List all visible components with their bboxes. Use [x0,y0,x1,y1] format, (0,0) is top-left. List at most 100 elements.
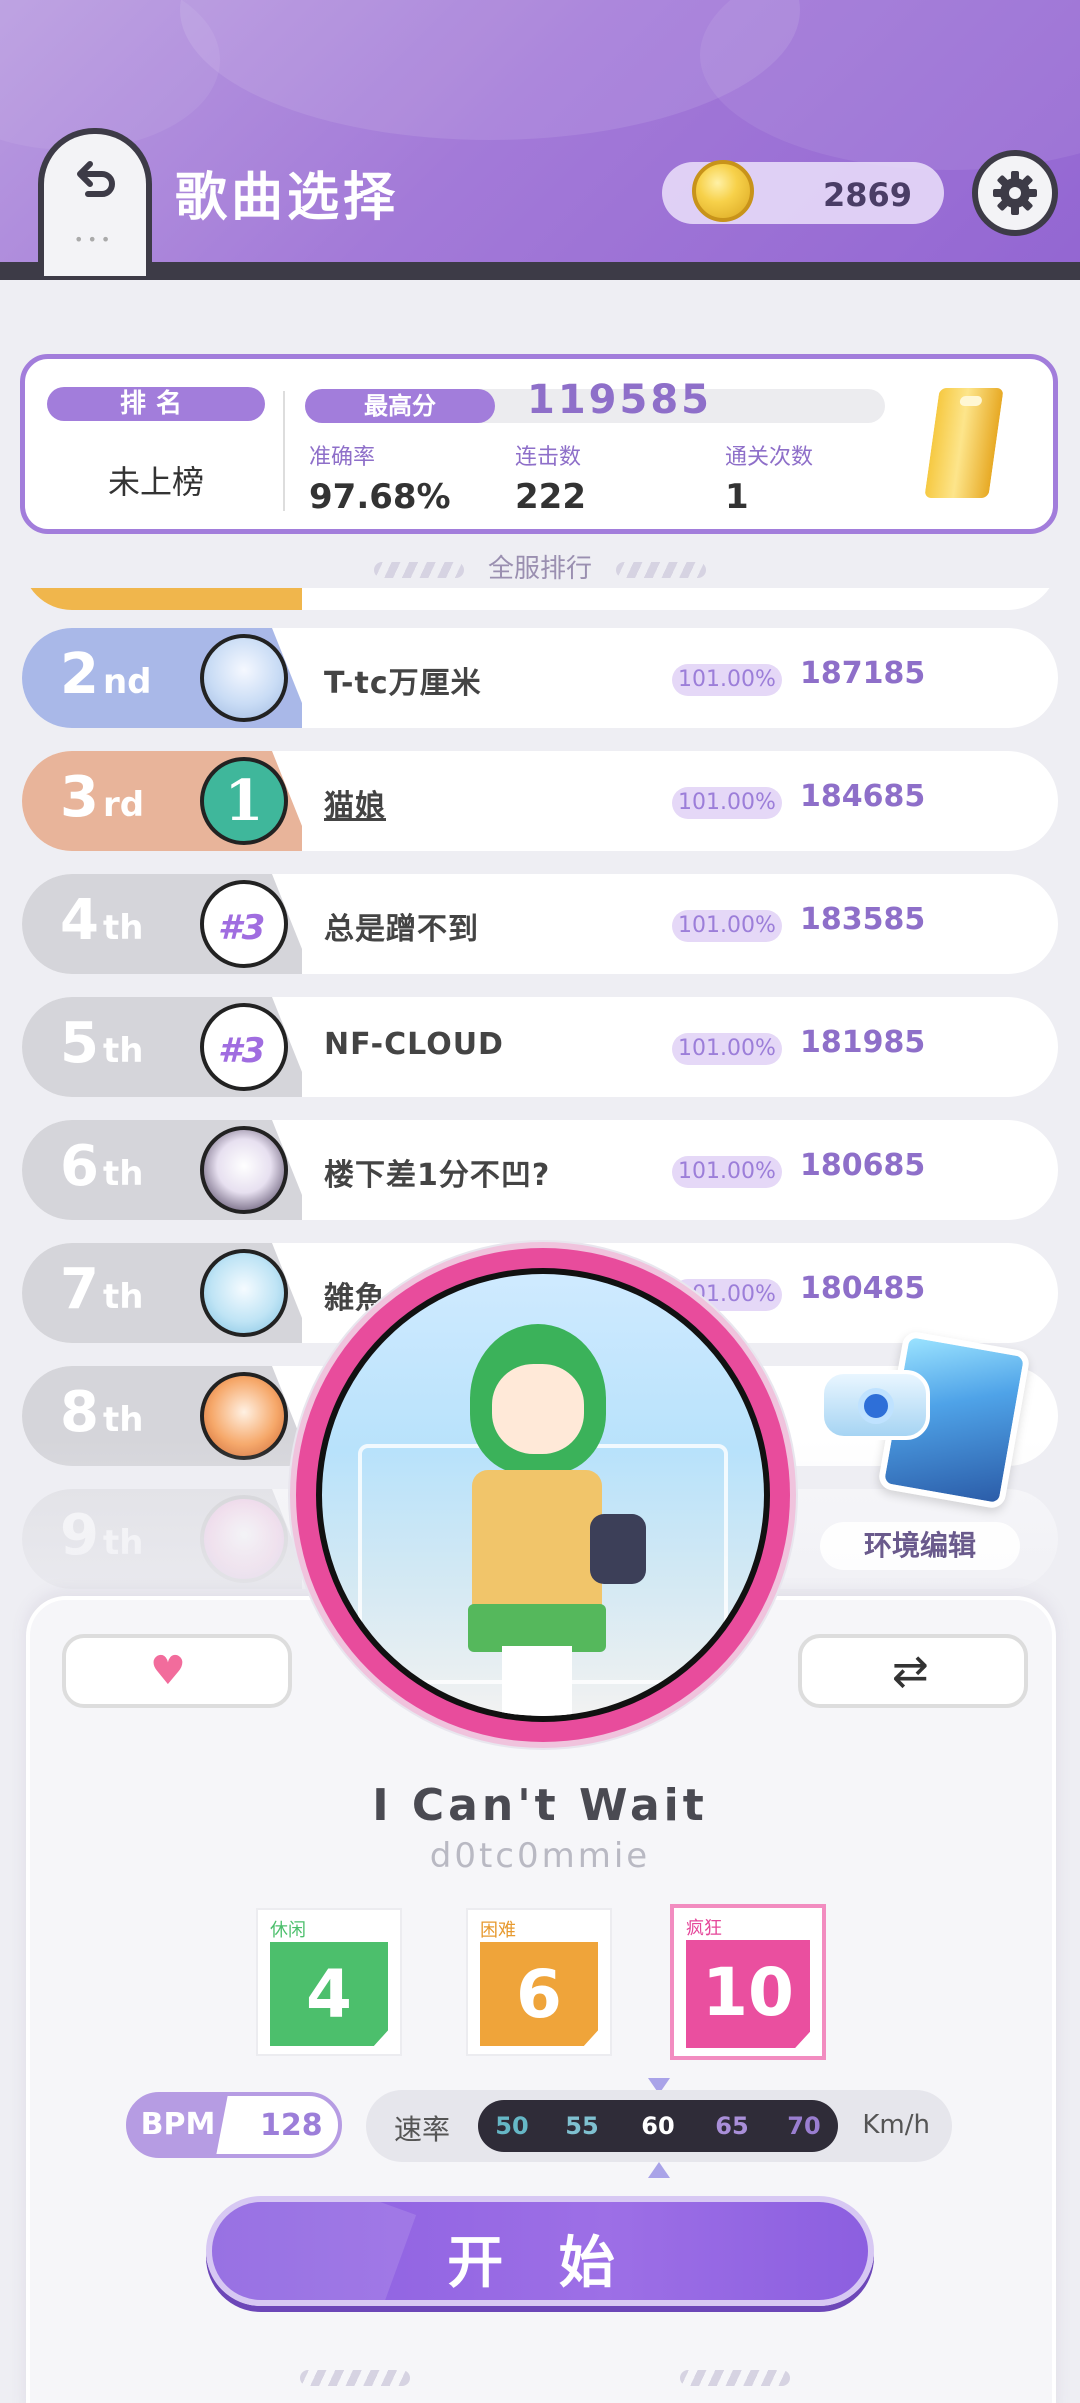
trophy-card-icon [920,385,1008,501]
coin-value: 2869 [822,176,912,214]
difficulty-level: 4 [306,1956,352,2033]
stripes-decoration [680,2370,790,2386]
back-arrow-icon [77,161,115,197]
top-header: ••• 歌曲选择 2869 [0,0,1080,280]
song-cover[interactable] [316,1268,770,1722]
speed-unit: Km/h [862,2110,930,2140]
header-decoration [0,0,220,150]
difficulty-label: 疯狂 [686,1918,722,1939]
leaderboard-row[interactable]: 5th #3 NF-CLOUD 101.00% 181985 [22,997,1058,1097]
gear-icon [993,171,1037,215]
bpm-value: 128 [260,2108,323,2143]
difficulty-label: 休闲 [270,1920,306,1941]
player-avatar [200,634,288,722]
combo-stat: 连击数 222 [515,439,586,517]
back-dots-decoration: ••• [74,230,115,249]
divider [283,391,285,511]
speed-selector[interactable]: 速率 50 55 60 65 70 Km/h [366,2090,952,2162]
shuffle-icon: ⇄ [892,1646,929,1697]
cover-art-image [322,1274,764,1716]
leaderboard-row[interactable]: 4th #3 总是蹭不到 101.00% 183585 [22,874,1058,974]
leaderboard-row[interactable] [22,588,1058,610]
combo-label: 连击数 [515,445,582,470]
song-artist: d0tc0mmie [429,1836,651,1876]
clears-value: 1 [725,477,749,517]
rank-number: 5 [60,1011,99,1076]
player-name: T-tc万厘米 [324,666,482,701]
player-name: 总是蹭不到 [324,912,479,947]
rank-suffix: th [102,1031,144,1071]
player-score: 183585 [800,902,926,937]
difficulty-level: 10 [702,1954,794,2031]
player-name: 楼下差1分不凹? [324,1158,551,1193]
rank-suffix: th [102,1154,144,1194]
rank-number: 2 [60,642,99,707]
speed-option[interactable]: 55 [552,2112,612,2140]
speed-option[interactable]: 70 [774,2112,834,2140]
clears-label: 通关次数 [725,445,814,470]
personal-best-panel: 排名 未上榜 最高分 119585 准确率 97.68% 连击数 222 通关次… [20,354,1058,534]
accuracy-stat: 准确率 97.68% [309,439,451,517]
best-score-label: 最高分 [305,389,495,423]
player-score: 181985 [800,1025,926,1060]
rank-suffix: th [102,1400,144,1440]
bpm-label: BPM [128,2094,228,2156]
difficulty-level: 6 [516,1956,562,2033]
back-button[interactable]: ••• [38,128,152,276]
accuracy-value: 97.68% [309,477,451,517]
heart-icon: ♥ [150,1648,186,1694]
player-score: 184685 [800,779,926,814]
combo-value: 222 [515,477,586,517]
coin-icon [692,160,754,222]
rank-suffix: nd [102,662,152,702]
player-score: 180685 [800,1148,926,1183]
player-avatar: 1 [200,757,288,845]
song-title: I Can't Wait [372,1780,708,1831]
player-avatar [200,1126,288,1214]
environment-edit-button[interactable]: 环境编辑 [820,1522,1020,1570]
header-bar [0,262,1080,280]
player-avatar [200,1249,288,1337]
leaderboard-row[interactable]: 3rd 1 猫娘 101.00% 184685 [22,751,1058,851]
rank-suffix: rd [102,785,145,825]
rank-number: 3 [60,765,99,830]
difficulty-hard[interactable]: 困难 6 [466,1908,612,2056]
speed-label: 速率 [394,2113,451,2146]
global-rank-header[interactable]: 全服排行 [0,548,1080,585]
difficulty-crazy[interactable]: 疯狂 10 [670,1904,826,2060]
speed-option-selected[interactable]: 60 [628,2112,688,2140]
clears-stat: 通关次数 1 [725,439,813,517]
rank-number: 6 [60,1134,99,1199]
player-score: 180485 [800,1271,926,1306]
best-score-value: 119585 [527,377,712,423]
speed-option[interactable]: 50 [482,2112,542,2140]
leaderboard-row[interactable]: 6th 楼下差1分不凹? 101.00% 180685 [22,1120,1058,1220]
accuracy-badge: 101.00% [672,787,782,819]
page-title: 歌曲选择 [175,168,400,228]
player-avatar: #3 [200,1003,288,1091]
start-button[interactable]: 开 始 [206,2196,874,2306]
accuracy-label: 准确率 [309,445,376,470]
coin-counter: 2869 [662,160,944,224]
settings-button[interactable] [972,150,1058,236]
speed-option[interactable]: 65 [702,2112,762,2140]
difficulty-casual[interactable]: 休闲 4 [256,1908,402,2056]
rank-label: 排名 [47,387,265,421]
bpm-indicator: BPM 128 [126,2092,342,2158]
rank-suffix: th [102,1277,144,1317]
rank-number: 4 [60,888,99,953]
shuffle-button[interactable]: ⇄ [798,1634,1028,1708]
difficulty-label: 困难 [480,1920,516,1941]
global-rank-label: 全服排行 [487,554,592,584]
rank-value: 未上榜 [107,463,204,501]
player-name: NF-CLOUD [324,1027,504,1062]
player-name[interactable]: 猫娘 [324,781,386,825]
rank-badge [22,588,302,610]
speed-track[interactable]: 50 55 60 65 70 [478,2100,838,2152]
drone-icon[interactable] [820,1370,930,1440]
rank-number: 7 [60,1257,99,1322]
favorite-button[interactable]: ♥ [62,1634,292,1708]
leaderboard-row[interactable]: 2nd T-tc万厘米 101.00% 187185 [22,628,1058,728]
stripes-decoration [300,2370,410,2386]
accuracy-badge: 101.00% [672,664,782,696]
